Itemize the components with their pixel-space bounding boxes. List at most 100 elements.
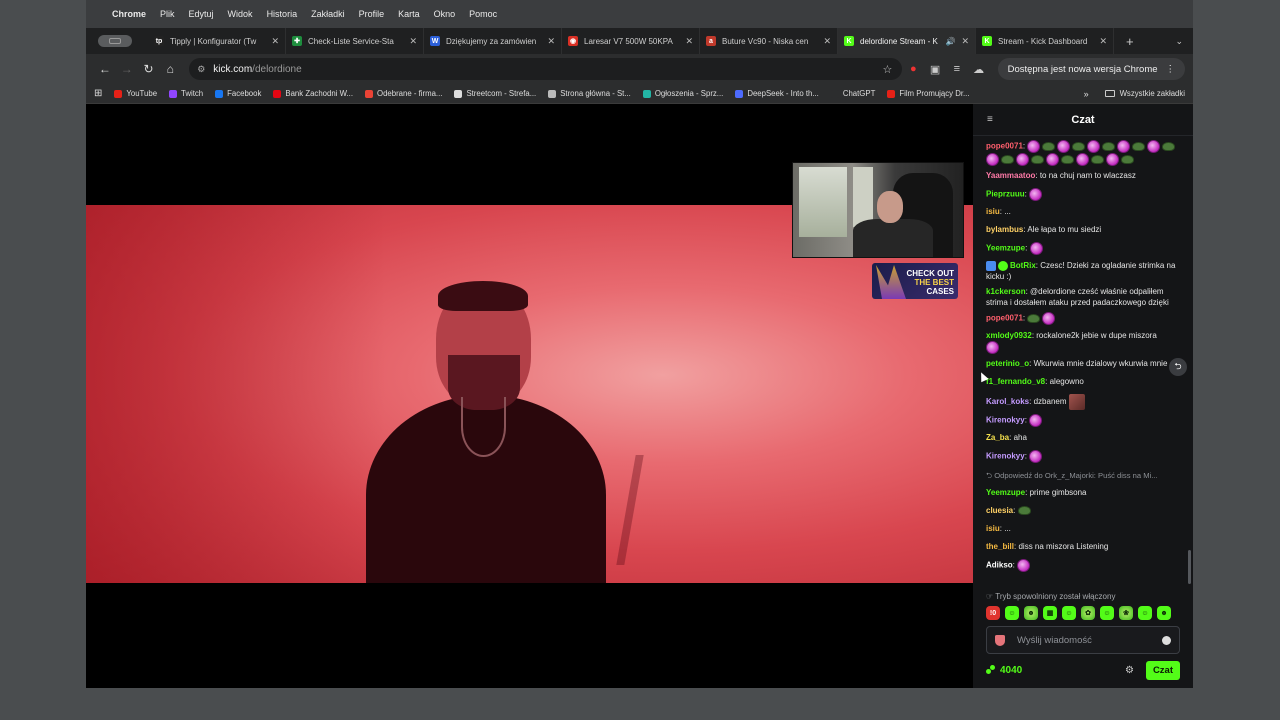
extension-red-icon[interactable]: ● xyxy=(902,63,924,75)
chat-message[interactable]: Karol_koks: dzbanem xyxy=(986,394,1183,410)
tab-close-icon[interactable]: ✕ xyxy=(271,36,279,47)
emote-06-icon[interactable]: ✿ xyxy=(1081,606,1095,620)
tab-close-icon[interactable]: ✕ xyxy=(547,36,555,47)
forward-button[interactable]: → xyxy=(116,62,138,76)
bookmark-item[interactable]: Ogłoszenia - Sprz... xyxy=(642,89,723,98)
tab-close-icon[interactable]: ✕ xyxy=(961,36,969,47)
chat-username[interactable]: isiu xyxy=(986,524,1000,533)
promo-banner[interactable]: CHECK OUT THE BEST CASES xyxy=(872,263,958,299)
chat-username[interactable]: Karol_koks xyxy=(986,397,1029,406)
scroll-to-bottom-icon[interactable]: ⮌ xyxy=(1169,358,1187,376)
tab-audio-icon[interactable]: 🔊 xyxy=(945,37,955,46)
chat-message[interactable]: peterinio_o: Wkurwia mnie dzialowy wkurw… xyxy=(986,358,1183,372)
reload-button[interactable]: ↻ xyxy=(138,62,160,76)
chat-username[interactable]: Kirenokyy xyxy=(986,416,1025,425)
chrome-update-button[interactable]: Dostępna jest nowa wersja Chrome ⋮ xyxy=(997,58,1186,80)
chat-username[interactable]: Za_ba xyxy=(986,433,1009,442)
chat-username[interactable]: the_bill xyxy=(986,542,1014,551)
bookmarks-overflow-icon[interactable]: » xyxy=(1084,89,1089,99)
menu-help[interactable]: Pomoc xyxy=(469,9,497,19)
emote-07-icon[interactable]: ☺ xyxy=(1100,606,1114,620)
tab-close-icon[interactable]: ✕ xyxy=(1099,36,1107,47)
chat-message[interactable]: isiu: ... xyxy=(986,523,1183,537)
site-info-icon[interactable]: ⚙ xyxy=(197,64,205,75)
chat-messages[interactable]: pope0071: Yaammaatoo: to na chuj nam to … xyxy=(973,136,1193,592)
browser-tab[interactable]: ✚ Check-Liste Service-Sta ✕ xyxy=(286,28,424,54)
home-button[interactable]: ⌂ xyxy=(159,62,181,76)
emote-05-icon[interactable]: ☺ xyxy=(1062,606,1076,620)
chat-username[interactable]: Pieprzuuu xyxy=(986,190,1025,199)
tab-close-icon[interactable]: ✕ xyxy=(823,36,831,47)
emote-03-icon[interactable]: ☻ xyxy=(1024,606,1038,620)
chat-message[interactable]: Za_ba: aha xyxy=(986,432,1183,446)
emote-01-icon[interactable]: !0 xyxy=(986,606,1000,620)
chat-message[interactable]: k1ckerson: @delordione cześć właśnie odp… xyxy=(986,286,1183,308)
menu-bookmarks[interactable]: Zakładki xyxy=(311,9,345,19)
bookmark-item[interactable]: ChatGPT xyxy=(830,89,875,98)
chat-message-input[interactable]: Wyślij wiadomość xyxy=(986,626,1180,654)
collapse-chat-icon[interactable]: ≡ xyxy=(987,114,993,125)
bookmark-item[interactable]: YouTube xyxy=(114,89,157,98)
tab-search-button[interactable] xyxy=(98,35,132,47)
bookmark-item[interactable]: Film Promujący Dr... xyxy=(887,89,970,98)
new-tab-button[interactable]: + xyxy=(1126,34,1134,49)
menu-edit[interactable]: Edytuj xyxy=(189,9,214,19)
emote-10-icon[interactable]: ☻ xyxy=(1157,606,1171,620)
back-button[interactable]: ← xyxy=(94,62,116,76)
menu-tab[interactable]: Karta xyxy=(398,9,420,19)
chat-message[interactable]: Kirenokyy: xyxy=(986,414,1183,428)
chat-message[interactable]: cluesia: xyxy=(986,505,1183,519)
bookmark-item[interactable]: DeepSeek - Into th... xyxy=(735,89,819,98)
chat-username[interactable]: peterinio_o xyxy=(986,359,1029,368)
media-controls-icon[interactable]: ≡ xyxy=(946,63,968,75)
emote-04-icon[interactable]: ▦ xyxy=(1043,606,1057,620)
bookmark-item[interactable]: Streetcom - Strefa... xyxy=(454,89,536,98)
extensions-puzzle-icon[interactable]: ▣ xyxy=(924,63,946,76)
emote-02-icon[interactable]: ☺ xyxy=(1005,606,1019,620)
chat-message[interactable]: pope0071: xyxy=(986,312,1183,326)
bookmark-item[interactable]: Facebook xyxy=(215,89,261,98)
menu-view[interactable]: Widok xyxy=(228,9,253,19)
profile-icon[interactable]: ☁ xyxy=(968,63,990,76)
chat-message[interactable]: pope0071: xyxy=(986,140,1183,166)
chat-message[interactable]: Adikso: xyxy=(986,559,1183,573)
chat-message[interactable]: Yaammaatoo: to na chuj nam to wlaczasz xyxy=(986,170,1183,184)
chat-settings-gear-icon[interactable]: ⚙ xyxy=(1125,665,1134,676)
chat-username[interactable]: Yeemzupe xyxy=(986,244,1025,253)
bookmark-star-icon[interactable]: ☆ xyxy=(883,63,893,76)
browser-tab[interactable]: ◉ Laresar V7 500W 50KPA ✕ xyxy=(562,28,700,54)
chat-message[interactable]: BotRix: Czesc! Dzieki za ogladanie strim… xyxy=(986,260,1183,282)
send-chat-button[interactable]: Czat xyxy=(1145,660,1180,680)
chat-message[interactable]: the_bill: diss na miszora Listening xyxy=(986,541,1183,555)
bookmark-item[interactable]: Bank Zachodni W... xyxy=(273,89,353,98)
tab-close-icon[interactable]: ✕ xyxy=(409,36,417,47)
chat-scrollbar[interactable] xyxy=(1188,550,1191,584)
chat-username[interactable]: f1_fernando_v8 xyxy=(986,377,1045,386)
chat-username[interactable]: k1ckerson xyxy=(986,287,1026,296)
bookmark-item[interactable]: Odebrane - firma... xyxy=(365,89,442,98)
chat-username[interactable]: Yaammaatoo xyxy=(986,171,1035,180)
emote-08-icon[interactable]: ❀ xyxy=(1119,606,1133,620)
channel-points[interactable]: 4040 xyxy=(986,665,1022,676)
menu-app-name[interactable]: Chrome xyxy=(112,9,146,19)
chat-message[interactable]: Pieprzuuu: xyxy=(986,188,1183,202)
emoji-picker-icon[interactable] xyxy=(1162,635,1171,645)
browser-tab[interactable]: K Stream - Kick Dashboard ✕ xyxy=(976,28,1114,54)
browser-tab[interactable]: Kdelordione Stream - K 🔊 ✕ xyxy=(838,28,976,54)
chat-message[interactable]: isiu: ... xyxy=(986,206,1183,220)
chat-username[interactable]: cluesia xyxy=(986,506,1013,515)
browser-tab[interactable]: a Buture Vc90 - Niska cen ✕ xyxy=(700,28,838,54)
chat-message[interactable]: xmlody0932: rockalone2k jebie w dupe mis… xyxy=(986,330,1183,354)
browser-tab[interactable]: W Dziękujemy za zamówien ✕ xyxy=(424,28,562,54)
chat-message[interactable]: Yeemzupe: xyxy=(986,242,1183,256)
chat-username[interactable]: pope0071 xyxy=(986,142,1023,151)
chat-username[interactable]: Adikso xyxy=(986,561,1013,570)
address-bar[interactable]: ⚙ kick.com/delordione ☆ xyxy=(189,58,903,80)
chat-message[interactable]: bylambus: Ale łapa to mu siedzi xyxy=(986,224,1183,238)
emote-09-icon[interactable]: ☺ xyxy=(1138,606,1152,620)
all-bookmarks-button[interactable]: Wszystkie zakładki xyxy=(1104,89,1185,98)
chat-username[interactable]: xmlody0932 xyxy=(986,331,1032,340)
stream-video[interactable] xyxy=(86,205,973,583)
chat-message[interactable]: Kirenokyy: xyxy=(986,450,1183,464)
chat-username[interactable]: bylambus xyxy=(986,225,1023,234)
